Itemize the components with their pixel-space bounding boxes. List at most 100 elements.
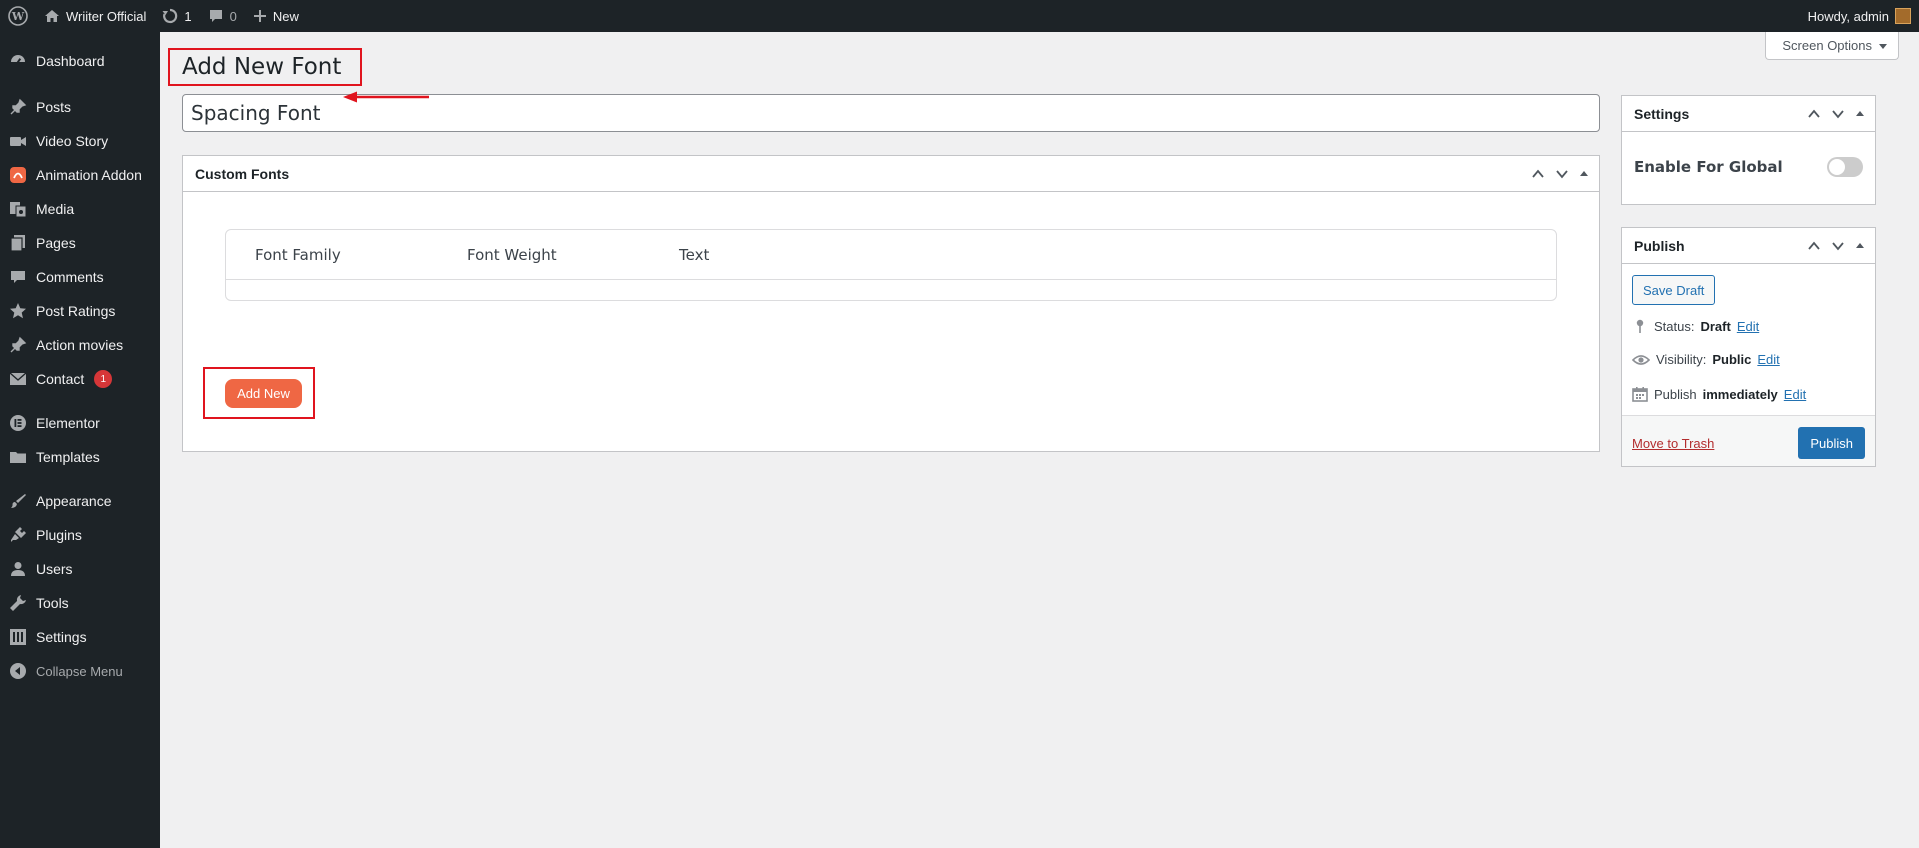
sidebar-item-pages[interactable]: Pages bbox=[0, 226, 160, 260]
sidebar-item-comments[interactable]: Comments bbox=[0, 260, 160, 294]
settings-box: Settings Enable For Global bbox=[1621, 95, 1876, 205]
move-to-trash-link[interactable]: Move to Trash bbox=[1632, 436, 1714, 451]
enable-global-row: Enable For Global bbox=[1622, 132, 1875, 202]
my-account-link[interactable]: Howdy, admin bbox=[1808, 8, 1919, 24]
main-content: Screen Options Add New Font Spacing Font… bbox=[160, 32, 1919, 848]
dashboard-icon bbox=[8, 51, 28, 71]
sidebar-item-label: Action movies bbox=[36, 337, 124, 353]
sidebar-item-plugins[interactable]: Plugins bbox=[0, 518, 160, 552]
sidebar-item-dashboard[interactable]: Dashboard bbox=[0, 44, 160, 78]
move-up-icon[interactable] bbox=[1807, 107, 1821, 121]
sidebar-item-appearance[interactable]: Appearance bbox=[0, 484, 160, 518]
move-down-icon[interactable] bbox=[1831, 239, 1845, 253]
add-new-font-button[interactable]: Add New bbox=[225, 379, 302, 408]
page-title: Add New Font bbox=[168, 48, 362, 86]
toggle-panel-icon[interactable] bbox=[1855, 109, 1865, 119]
admin-bar: W Wriiter Official 1 0 New Howdy, admin bbox=[0, 0, 1919, 32]
toggle-panel-icon[interactable] bbox=[1579, 169, 1589, 179]
video-icon bbox=[8, 131, 28, 151]
sidebar-item-label: Contact bbox=[36, 371, 85, 387]
updates-count: 1 bbox=[184, 8, 192, 24]
sidebar-item-users[interactable]: Users bbox=[0, 552, 160, 586]
move-up-icon[interactable] bbox=[1807, 239, 1821, 253]
sidebar-item-video-story[interactable]: Video Story bbox=[0, 124, 160, 158]
sidebar-item-label: Comments bbox=[36, 269, 104, 285]
sidebar-item-label: Elementor bbox=[36, 415, 100, 431]
site-name-link[interactable]: Wriiter Official bbox=[36, 0, 154, 32]
sidebar-item-settings[interactable]: Settings bbox=[0, 620, 160, 654]
sidebar-item-animation-addon[interactable]: Animation Addon bbox=[0, 158, 160, 192]
move-down-icon[interactable] bbox=[1831, 107, 1845, 121]
enable-global-toggle[interactable] bbox=[1827, 157, 1863, 177]
move-down-icon[interactable] bbox=[1555, 167, 1569, 181]
collapse-menu-label: Collapse Menu bbox=[36, 663, 123, 679]
sidebar-item-elementor[interactable]: Elementor bbox=[0, 406, 160, 440]
publish-when: immediately bbox=[1702, 386, 1778, 402]
collapse-arrow-icon bbox=[8, 661, 28, 681]
comment-bubble-icon bbox=[209, 10, 222, 22]
fonts-table-header: Font Family Font Weight Text bbox=[226, 230, 1556, 280]
move-up-icon[interactable] bbox=[1531, 167, 1545, 181]
status-row: Status: Draft Edit bbox=[1632, 318, 1759, 334]
updates-link[interactable]: 1 bbox=[154, 0, 199, 32]
toggle-panel-icon[interactable] bbox=[1855, 241, 1865, 251]
sidebar-item-contact[interactable]: Contact 1 bbox=[0, 362, 160, 396]
sidebar-item-tools[interactable]: Tools bbox=[0, 586, 160, 620]
column-font-weight: Font Weight bbox=[467, 245, 557, 264]
status-value: Draft bbox=[1700, 318, 1731, 334]
sidebar-item-label: Media bbox=[36, 201, 75, 217]
visibility-label: Visibility: bbox=[1656, 352, 1707, 367]
sidebar-item-action-movies[interactable]: Action movies bbox=[0, 328, 160, 362]
howdy-text: Howdy, admin bbox=[1807, 8, 1889, 24]
new-content-link[interactable]: New bbox=[245, 0, 307, 32]
publish-actions: Move to Trash Publish bbox=[1622, 415, 1875, 466]
home-icon bbox=[45, 10, 59, 22]
save-draft-button[interactable]: Save Draft bbox=[1632, 275, 1716, 305]
publish-box: Publish Save Draft Status: Draft Edit Vi… bbox=[1621, 227, 1876, 467]
pin-icon bbox=[8, 97, 28, 117]
status-label: Status: bbox=[1654, 318, 1695, 334]
comments-link[interactable]: 0 bbox=[200, 0, 245, 32]
enable-global-label: Enable For Global bbox=[1634, 158, 1783, 176]
wordpress-logo-icon[interactable]: W bbox=[0, 0, 36, 32]
media-icon bbox=[8, 199, 28, 219]
sidebar-item-label: Plugins bbox=[36, 527, 82, 543]
settings-title: Settings bbox=[1634, 105, 1690, 122]
edit-date-link[interactable]: Edit bbox=[1784, 387, 1806, 402]
plugin-icon bbox=[8, 525, 28, 545]
admin-sidebar: Dashboard Posts Video Story Animation Ad… bbox=[0, 32, 160, 848]
pages-icon bbox=[8, 233, 28, 253]
sidebar-item-label: Post Ratings bbox=[36, 303, 116, 319]
sidebar-item-posts[interactable]: Posts bbox=[0, 90, 160, 124]
publish-button[interactable]: Publish bbox=[1798, 427, 1865, 459]
column-text: Text bbox=[679, 245, 710, 264]
edit-status-link[interactable]: Edit bbox=[1737, 319, 1759, 334]
sidebar-item-post-ratings[interactable]: Post Ratings bbox=[0, 294, 160, 328]
sidebar-item-templates[interactable]: Templates bbox=[0, 440, 160, 474]
edit-visibility-link[interactable]: Edit bbox=[1757, 352, 1779, 367]
elementor-icon bbox=[8, 413, 28, 433]
screen-options-button[interactable]: Screen Options bbox=[1765, 32, 1899, 60]
folder-icon bbox=[8, 447, 28, 467]
wrench-icon bbox=[8, 593, 28, 613]
settings-icon bbox=[8, 627, 28, 647]
sidebar-item-label: Appearance bbox=[36, 493, 112, 509]
star-icon bbox=[8, 301, 28, 321]
sidebar-item-label: Settings bbox=[36, 629, 87, 645]
custom-fonts-box: Custom Fonts Font Family Font Weight Tex… bbox=[182, 155, 1600, 452]
publish-header: Publish bbox=[1622, 228, 1875, 264]
sidebar-item-media[interactable]: Media bbox=[0, 192, 160, 226]
title-input-value: Spacing Font bbox=[191, 101, 321, 125]
user-icon bbox=[8, 559, 28, 579]
eye-icon bbox=[1632, 354, 1650, 365]
new-label: New bbox=[272, 8, 299, 24]
caret-down-icon bbox=[1879, 43, 1887, 49]
publish-date-row: Publish immediately Edit bbox=[1632, 386, 1806, 402]
publish-label: Publish bbox=[1654, 386, 1697, 402]
sidebar-item-label: Animation Addon bbox=[36, 167, 142, 183]
fonts-table: Font Family Font Weight Text bbox=[225, 229, 1557, 301]
publish-box-title: Publish bbox=[1634, 237, 1685, 254]
sidebar-item-label: Dashboard bbox=[36, 53, 105, 69]
sidebar-item-label: Pages bbox=[36, 235, 76, 251]
collapse-menu-button[interactable]: Collapse Menu bbox=[0, 654, 160, 688]
